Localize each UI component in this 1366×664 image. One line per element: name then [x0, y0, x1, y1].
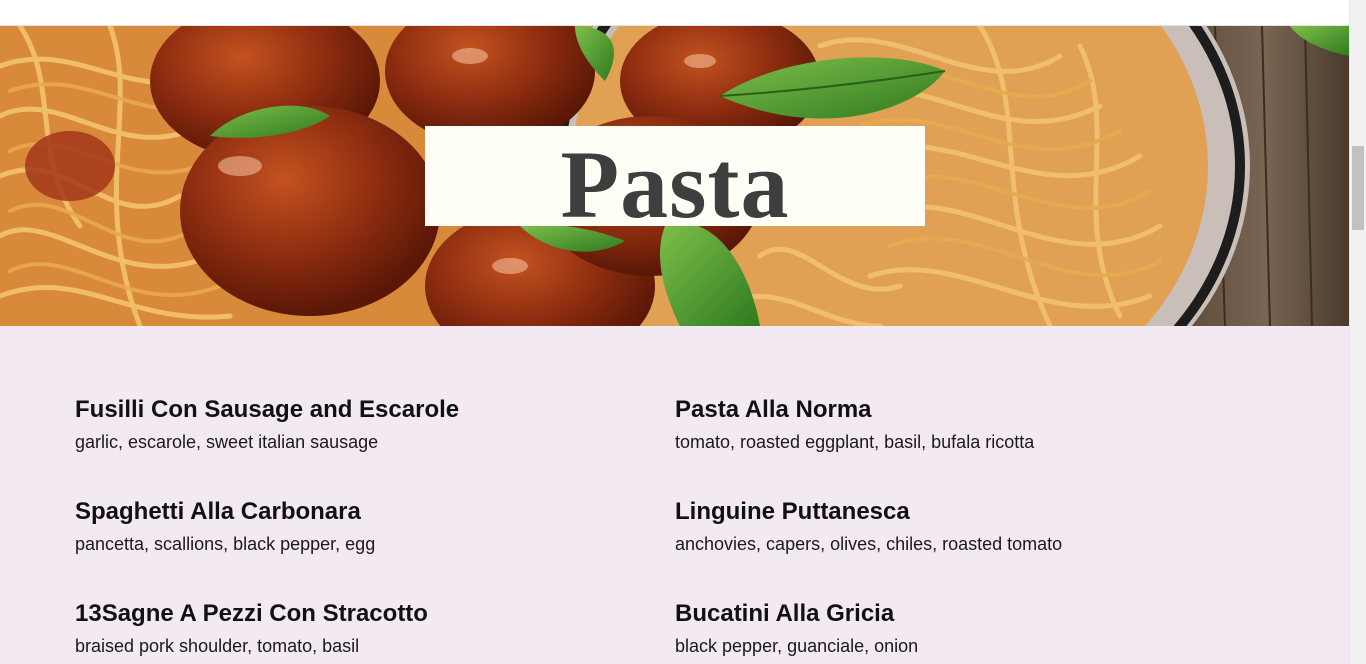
menu-item-name: Linguine Puttanesca	[675, 498, 910, 525]
menu-item-description: braised pork shoulder, tomato, basil	[75, 636, 360, 656]
hero-title-box: Pasta	[425, 126, 925, 235]
menu-item-description: black pepper, guanciale, onion	[675, 636, 919, 656]
hero-banner: Pasta	[0, 26, 1349, 326]
menu-item-description: tomato, roasted eggplant, basil, bufala …	[675, 432, 1035, 452]
menu-item-name: Spaghetti Alla Carbonara	[75, 498, 361, 525]
top-strip	[0, 0, 1349, 26]
menu-section: Fusilli Con Sausage and Escarole garlic,…	[0, 326, 1349, 664]
menu-item-name: Bucatini Alla Gricia	[675, 600, 895, 627]
menu-item-description: anchovies, capers, olives, chiles, roast…	[675, 534, 1063, 554]
menu-item: Spaghetti Alla Carbonara pancetta, scall…	[75, 498, 635, 555]
vertical-scrollbar[interactable]	[1349, 0, 1366, 664]
menu-item: Bucatini Alla Gricia black pepper, guanc…	[675, 600, 1235, 657]
menu-item: Fusilli Con Sausage and Escarole garlic,…	[75, 396, 635, 453]
menu-item-name: 13Sagne A Pezzi Con Stracotto	[75, 600, 428, 627]
menu-item-description: garlic, escarole, sweet italian sausage	[75, 432, 379, 452]
menu-item: Pasta Alla Norma tomato, roasted eggplan…	[675, 396, 1235, 453]
menu-item-name: Pasta Alla Norma	[675, 396, 872, 423]
menu-item-description: pancetta, scallions, black pepper, egg	[75, 534, 376, 554]
page-title: Pasta	[560, 131, 790, 238]
menu-item: 13Sagne A Pezzi Con Stracotto braised po…	[75, 600, 635, 657]
scrollbar-thumb[interactable]	[1352, 146, 1364, 230]
page-viewport: Pasta Fusilli Con Sausage and Escarole g…	[0, 0, 1366, 664]
menu-item: Linguine Puttanesca anchovies, capers, o…	[675, 498, 1235, 555]
menu-item-name: Fusilli Con Sausage and Escarole	[75, 396, 460, 423]
